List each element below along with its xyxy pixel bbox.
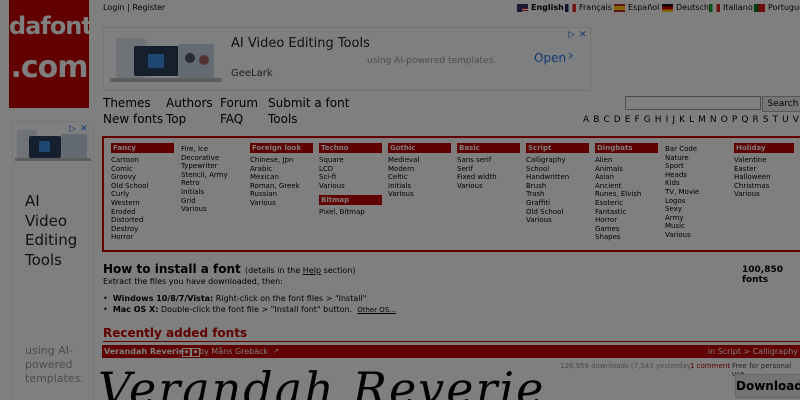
dafont-page: Login | Register English Français Españo… bbox=[0, 0, 800, 400]
help-link[interactable]: Help bbox=[303, 266, 321, 275]
chevron-right-icon[interactable]: › bbox=[568, 48, 574, 64]
lang-italiano[interactable]: Italiano bbox=[709, 3, 753, 12]
us-flag-icon bbox=[517, 3, 528, 12]
install-details: (details in the Help section) bbox=[244, 266, 356, 275]
category-holiday: Holiday Valentine Easter Halloween Chris… bbox=[734, 143, 794, 199]
external-link-icon[interactable]: ↗ bbox=[273, 345, 279, 358]
es-flag-icon bbox=[614, 3, 625, 12]
nav-themes[interactable]: Themes bbox=[103, 96, 151, 110]
ad-brand: GeeLark bbox=[231, 68, 273, 79]
ad-open-button[interactable]: Open bbox=[534, 51, 566, 65]
search-button[interactable]: Search bbox=[762, 96, 800, 112]
lang-english[interactable]: English bbox=[517, 3, 564, 12]
side-ad-subtitle: using AI- powered templates. bbox=[25, 344, 84, 385]
other-os-link[interactable]: Other OS... bbox=[357, 306, 396, 314]
lang-portugues[interactable]: Português bbox=[754, 3, 800, 12]
nav-submit[interactable]: Submit a font bbox=[268, 96, 349, 110]
nav-authors[interactable]: Authors bbox=[166, 96, 213, 110]
category-basic: Basic Sans serif Serif Fixed width Vario… bbox=[457, 143, 520, 190]
lang-francais[interactable]: Français bbox=[565, 3, 612, 12]
install-heading: How to install a font (details in the He… bbox=[103, 262, 356, 276]
pt-flag-icon bbox=[754, 3, 765, 12]
category-bitmap[interactable]: Bitmap bbox=[319, 195, 382, 206]
install-windows: • Windows 10/8/7/Vista: Right-click on t… bbox=[103, 294, 367, 303]
category-fancy: Fancy Cartoon Comic Groovy Old School Cu… bbox=[111, 143, 174, 242]
nav-faq[interactable]: FAQ bbox=[220, 112, 243, 126]
account-links: Login | Register bbox=[103, 3, 165, 12]
ad-subtitle: using AI-powered templates. bbox=[367, 56, 497, 66]
category-techno: Techno Square LCD Sci-fi Various Bitmap … bbox=[319, 143, 382, 217]
adchoices-icon[interactable]: ▷ bbox=[568, 30, 575, 40]
nav-top[interactable]: Top bbox=[166, 112, 186, 126]
top-ad-banner[interactable]: AI Video Editing Tools using AI-powered … bbox=[103, 27, 591, 91]
nav-tools[interactable]: Tools bbox=[268, 112, 298, 126]
category-foreign-look: Foreign look Chinese, Jpn Arabic Mexican… bbox=[250, 143, 313, 208]
lang-deutsch[interactable]: Deutsch bbox=[662, 3, 709, 12]
dafont-logo[interactable]: dafont .com bbox=[9, 0, 93, 108]
category-fancy-cont: Fire, Ice Decorative Typewriter Stencil,… bbox=[181, 145, 228, 214]
separator: | bbox=[127, 3, 130, 12]
comment-link[interactable]: 1 comment bbox=[690, 362, 730, 370]
category-gothic: Gothic Medieval Modern Celtic Initials V… bbox=[388, 143, 451, 199]
category-script: Script Calligraphy School Handwritten Br… bbox=[526, 143, 589, 225]
font-preview: Verandah Reverie bbox=[98, 362, 546, 400]
font-name-link[interactable]: Verandah Reverie bbox=[104, 345, 184, 358]
nav-new-fonts[interactable]: New fonts bbox=[103, 112, 163, 126]
fr-flag-icon bbox=[565, 3, 576, 12]
nav-forum[interactable]: Forum bbox=[220, 96, 258, 110]
side-close-ad-icon[interactable]: ✕ bbox=[80, 124, 88, 134]
de-flag-icon bbox=[662, 3, 673, 12]
search-input[interactable] bbox=[625, 96, 761, 110]
login-link[interactable]: Login bbox=[103, 3, 125, 12]
font-badge-icon: ◆ bbox=[182, 348, 191, 357]
ad-product-image bbox=[110, 38, 222, 82]
side-adchoices-icon[interactable]: ▷ bbox=[69, 124, 76, 134]
install-extract: Extract the files you have downloaded, t… bbox=[103, 277, 283, 286]
category-dingbats-cont: Bar Code Nature Sport Heads Kids TV, Mov… bbox=[665, 145, 700, 239]
font-author[interactable]: by Måns Grebäck bbox=[199, 345, 268, 358]
side-ad-title: AI Video Editing Tools bbox=[25, 192, 78, 269]
install-mac: • Mac OS X: Double-click the font file >… bbox=[103, 305, 396, 314]
close-ad-icon[interactable]: ✕ bbox=[579, 30, 587, 40]
download-button[interactable]: Download bbox=[735, 374, 800, 398]
category-menu: Fancy Cartoon Comic Groovy Old School Cu… bbox=[102, 136, 800, 252]
font-count: 100,850 fonts bbox=[742, 265, 783, 285]
download-stats: 126,959 downloads (7,543 yesterday) bbox=[560, 362, 694, 370]
lang-espanol[interactable]: Español bbox=[614, 3, 659, 12]
register-link[interactable]: Register bbox=[132, 3, 165, 12]
recent-divider bbox=[103, 341, 800, 342]
category-dingbats: Dingbats Alien Animals Asian Ancient Run… bbox=[595, 143, 658, 242]
alphabet-index[interactable]: A B C D E F G H I J K L M N O P Q R S T … bbox=[583, 115, 800, 125]
recent-heading: Recently added fonts bbox=[103, 326, 248, 340]
font-title-bar: Verandah Reverie ◆ ◆ by Måns Grebäck ↗ i… bbox=[102, 345, 800, 358]
side-ad-banner[interactable]: ▷ ✕ AI Video Editing Tools using AI- pow… bbox=[12, 121, 94, 400]
font-category[interactable]: in Script > Calligraphy bbox=[708, 345, 798, 358]
it-flag-icon bbox=[709, 3, 720, 12]
ad-title: AI Video Editing Tools bbox=[231, 36, 370, 51]
